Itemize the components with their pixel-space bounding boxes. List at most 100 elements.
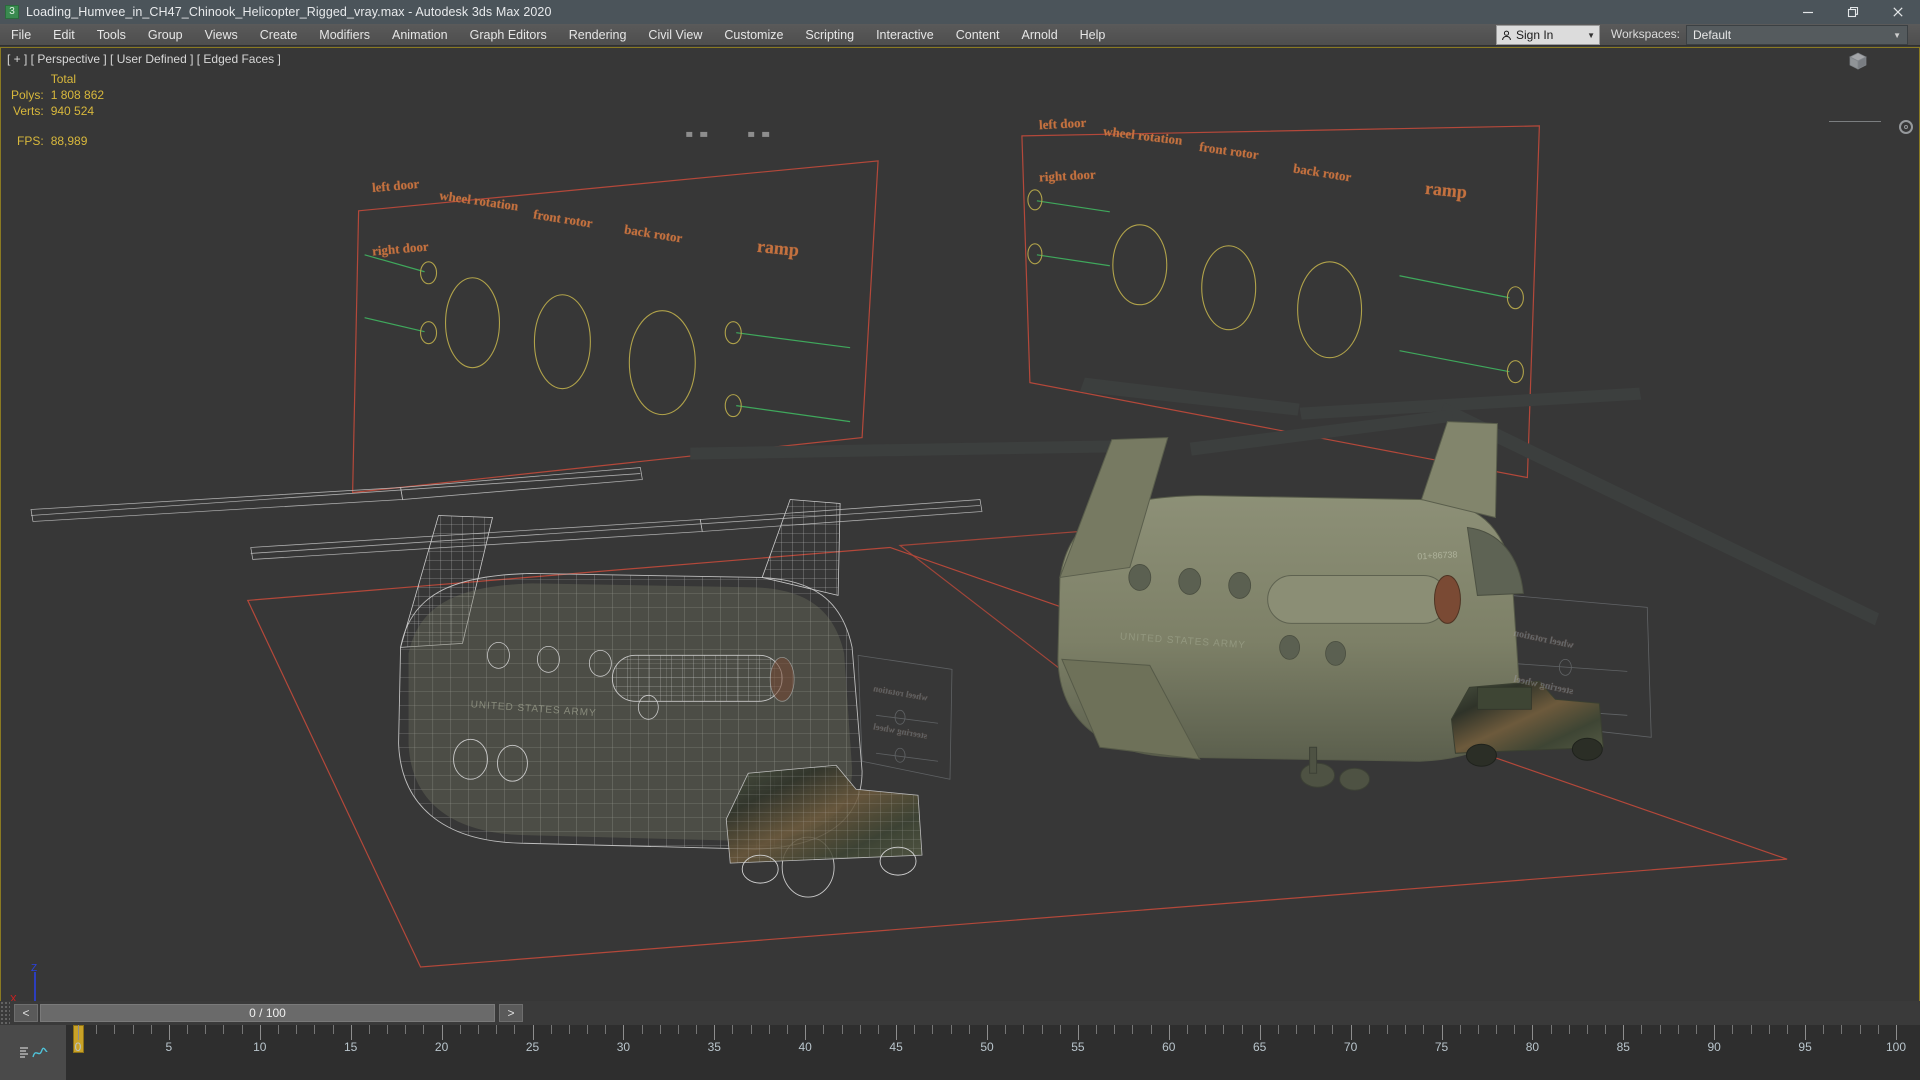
ruler-tick-minor [1641,1025,1643,1034]
minimize-icon[interactable] [1785,0,1830,24]
menu-rendering[interactable]: Rendering [558,24,638,46]
ruler-tick-minor [750,1025,752,1034]
ruler-tick-minor [1114,1025,1116,1034]
rig-label-ramp-2[interactable]: ramp [1424,178,1468,203]
ruler-tick-minor [277,1025,279,1034]
sign-in-button[interactable]: Sign In ▼ [1496,25,1600,45]
ruler-tick-label: 60 [1162,1040,1176,1054]
ruler-tick-minor [132,1025,134,1034]
menu-file[interactable]: File [0,24,42,46]
app-icon: 3 [5,5,19,19]
next-frame-button[interactable]: > [499,1004,523,1022]
ruler-tick-minor [1186,1025,1188,1034]
maximize-icon[interactable] [1830,0,1875,24]
ruler-tick-label: 5 [165,1040,173,1054]
workspace-select[interactable]: Default ▼ [1686,25,1908,45]
prev-frame-button[interactable]: < [14,1004,38,1022]
menu-arnold[interactable]: Arnold [1011,24,1069,46]
ruler-tick-label: 80 [1525,1040,1540,1054]
ruler-tick-major [1441,1025,1443,1040]
ruler-tick-minor [150,1025,152,1034]
close-icon[interactable] [1875,0,1920,24]
ruler-tick-major [987,1025,988,1040]
frame-indicator[interactable]: 0 / 100 [40,1004,495,1022]
ruler-tick-minor [1096,1025,1098,1034]
ruler-tick-major [1259,1025,1261,1040]
title-bar: 3 Loading_Humvee_in_CH47_Chinook_Helicop… [0,0,1920,24]
menu-tools[interactable]: Tools [86,24,137,46]
ruler-tick-label: 75 [1434,1040,1449,1054]
ruler-tick-minor [787,1025,789,1034]
ruler-tick-minor [314,1025,316,1034]
window-title: Loading_Humvee_in_CH47_Chinook_Helicopte… [26,5,552,19]
ruler-tick-minor [1332,1025,1334,1034]
menu-modifiers[interactable]: Modifiers [308,24,381,46]
menu-civil-view[interactable]: Civil View [637,24,713,46]
ruler-tick-label: 20 [434,1040,449,1054]
ruler-tick-label: 45 [889,1040,903,1054]
ruler-tick-minor [1423,1025,1425,1034]
menu-create[interactable]: Create [249,24,309,46]
helicopter-shaded[interactable]: 01+86738 UNITED STATES ARMY [690,377,1880,791]
workspaces-label: Workspaces: [1610,27,1680,41]
window-controls [1785,0,1920,24]
ruler-tick-minor [768,1025,770,1034]
user-icon [1501,30,1512,41]
ruler-tick-minor [1059,1025,1061,1034]
menu-customize[interactable]: Customize [713,24,794,46]
ruler-tick-minor [1477,1025,1479,1034]
menu-views[interactable]: Views [194,24,249,46]
ruler-tick-minor [823,1025,825,1034]
rig-label-left-door-2[interactable]: left door [1039,115,1087,133]
ruler-tick-minor [841,1025,843,1034]
humvee-wireframe[interactable] [725,764,923,884]
ruler-tick-minor [1496,1025,1498,1034]
left-rig-panel-frame [352,160,879,494]
ruler-tick-minor [1368,1025,1370,1034]
ruler-tick-major [350,1025,352,1040]
ruler-tick-minor [1550,1025,1552,1034]
ruler-tick-minor [696,1025,698,1034]
cockpit-windows [1466,526,1524,596]
menu-group[interactable]: Group [137,24,194,46]
rotor-tip-markers [686,131,770,137]
ruler-tick-minor [1023,1025,1025,1034]
menu-content[interactable]: Content [945,24,1011,46]
menu-scripting[interactable]: Scripting [794,24,865,46]
ruler-tick-major [805,1025,807,1040]
menu-help[interactable]: Help [1069,24,1117,46]
menu-edit[interactable]: Edit [42,24,86,46]
menu-animation[interactable]: Animation [381,24,459,46]
ruler-tick-major [1623,1025,1625,1040]
ruler-tick-label: 55 [1071,1040,1085,1054]
humvee-shaded[interactable] [1450,680,1604,767]
ruler-tick-label: 35 [707,1040,721,1054]
ruler-tick-label: 90 [1707,1040,1721,1054]
ruler-tick-minor [114,1025,116,1034]
ruler-tick-major [1350,1025,1352,1040]
rig-label-right-door-2[interactable]: right door [1039,167,1096,186]
menu-graph-editors[interactable]: Graph Editors [459,24,558,46]
menu-interactive[interactable]: Interactive [865,24,945,46]
curve-editor-toggle[interactable] [0,1025,66,1080]
ruler-tick-major [714,1025,716,1040]
toolbar-grip[interactable] [0,1001,10,1025]
ruler-tick-minor [1841,1025,1843,1034]
rig-label-ramp[interactable]: ramp [756,236,800,261]
timeline-ruler[interactable]: 0 5 10 15 20 25 30 35 40 45 50 55 60 65 70 75 80 85 90 95 10… [0,1025,1920,1080]
ruler-tick-label: 25 [525,1040,540,1054]
ruler-tick-minor [296,1025,298,1034]
ruler-tick-major [1896,1025,1897,1040]
ruler-tick-minor [932,1025,934,1034]
workspace-value: Default [1693,28,1732,42]
3dsmax-window: 3 Loading_Humvee_in_CH47_Chinook_Helicop… [0,0,1920,1080]
ruler-tick-major [259,1025,261,1040]
ruler-tick-minor [459,1025,461,1034]
timeline-track[interactable]: 0 5 10 15 20 25 30 35 40 45 50 55 60 65 70 75 80 85 90 95 10… [66,1025,1920,1080]
perspective-viewport[interactable]: [ + ] [ Perspective ] [ User Defined ] [… [0,47,1920,1025]
ruler-tick-minor [1386,1025,1388,1034]
wireframe-engine-nacelle [611,654,783,702]
ruler-tick-minor [1241,1025,1243,1034]
ruler-tick-minor [1859,1025,1861,1034]
left-rig-panel-sliders [364,254,851,423]
